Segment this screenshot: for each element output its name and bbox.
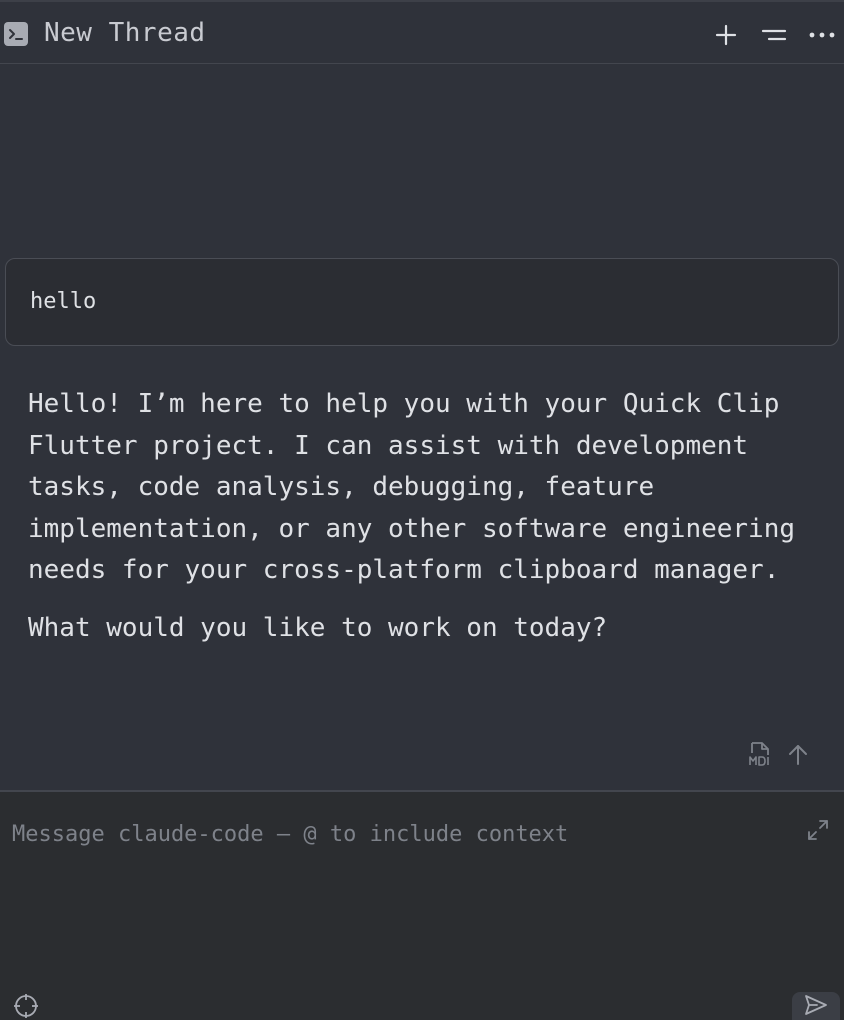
scroll-to-top-button[interactable] <box>782 740 814 772</box>
expand-icon <box>806 818 830 846</box>
plus-icon <box>714 23 738 47</box>
expand-composer-button[interactable] <box>804 818 832 846</box>
chat-panel: New Thread hello Hello! I’m here to help… <box>0 0 844 1020</box>
assistant-paragraph: Hello! I’m here to help you with your Qu… <box>28 389 796 586</box>
more-options-button[interactable] <box>806 19 838 51</box>
user-message: hello <box>5 258 839 346</box>
more-icon <box>808 23 836 47</box>
thread-header: New Thread <box>0 0 844 64</box>
scroll-up-icon <box>787 742 809 770</box>
target-icon <box>13 993 39 1020</box>
copy-as-markdown-button[interactable] <box>744 740 776 772</box>
user-message-text: hello <box>30 289 97 314</box>
assistant-paragraph: What would you like to work on today? <box>28 612 608 643</box>
assistant-message: Hello! I’m here to help you with your Qu… <box>28 384 818 650</box>
send-icon <box>803 993 829 1020</box>
message-composer <box>0 790 844 1020</box>
history-icon <box>761 23 787 47</box>
terminal-icon <box>4 22 28 46</box>
new-thread-button[interactable] <box>710 19 742 51</box>
markdown-file-icon <box>748 741 772 771</box>
message-input[interactable] <box>0 792 790 962</box>
thread-title: New Thread <box>44 18 206 48</box>
add-context-button[interactable] <box>12 994 40 1020</box>
send-button[interactable] <box>792 992 840 1020</box>
thread-history-button[interactable] <box>758 19 790 51</box>
